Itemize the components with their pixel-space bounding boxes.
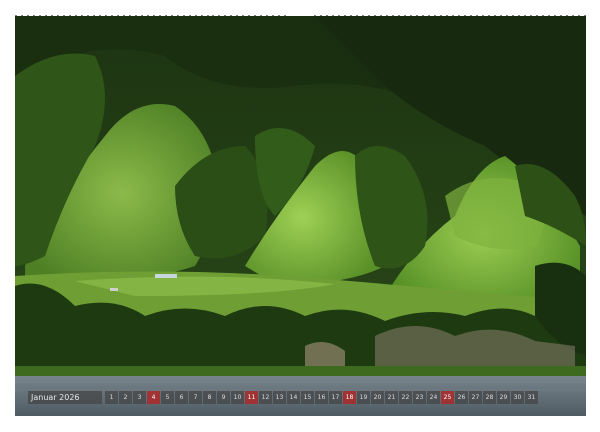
day-cell: 31 (525, 390, 538, 404)
day-cell: 10 (231, 390, 244, 404)
day-cells: 1 2 3 4 5 6 7 8 9 10 11 12 13 14 15 16 17 18 19 20 21 22 23 24 2… (105, 390, 538, 404)
day-cell: 29 (497, 390, 510, 404)
day-cell: 20 (371, 390, 384, 404)
day-cell: 18 (343, 390, 356, 404)
day-cell: 25 (441, 390, 454, 404)
day-cell: 11 (245, 390, 258, 404)
day-cell: 5 (161, 390, 174, 404)
day-cell: 4 (147, 390, 160, 404)
calendar-strip: Januar 2026 1 2 3 4 5 6 7 8 9 10 11 12 13 14 15 16 17 18 1… (28, 390, 538, 404)
day-cell: 22 (399, 390, 412, 404)
day-cell: 24 (427, 390, 440, 404)
day-cell: 15 (301, 390, 314, 404)
day-cell: 16 (315, 390, 328, 404)
day-cell: 6 (175, 390, 188, 404)
landscape-photo (15, 16, 586, 416)
day-cell: 12 (259, 390, 272, 404)
day-cell: 17 (329, 390, 342, 404)
day-cell: 7 (189, 390, 202, 404)
day-cell: 1 (105, 390, 118, 404)
day-cell: 13 (273, 390, 286, 404)
day-cell: 2 (119, 390, 132, 404)
day-cell: 26 (455, 390, 468, 404)
day-cell: 14 (287, 390, 300, 404)
day-cell: 19 (357, 390, 370, 404)
day-cell: 28 (483, 390, 496, 404)
day-cell: 21 (385, 390, 398, 404)
day-cell: 8 (203, 390, 216, 404)
day-cell: 30 (511, 390, 524, 404)
day-cell: 9 (217, 390, 230, 404)
day-cell: 27 (469, 390, 482, 404)
month-label: Januar 2026 (28, 390, 102, 404)
day-cell: 3 (133, 390, 146, 404)
day-cell: 23 (413, 390, 426, 404)
